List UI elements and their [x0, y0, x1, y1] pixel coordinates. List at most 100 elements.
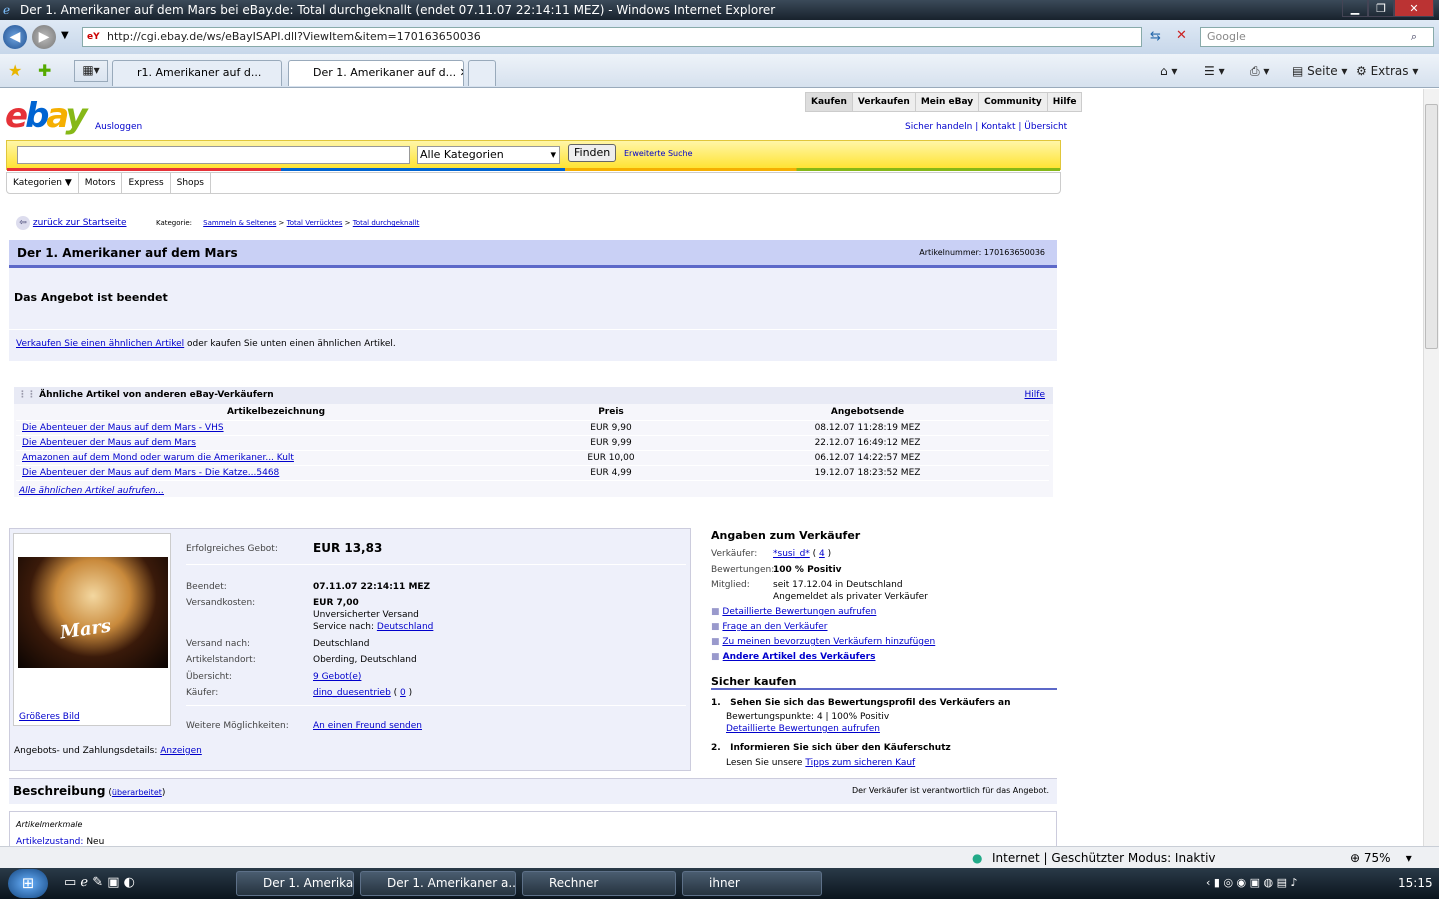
nav-verkaufen[interactable]: Verkaufen	[853, 93, 916, 111]
top-navigation: Kaufen Verkaufen Mein eBay Community Hilfe	[805, 92, 1083, 112]
similar-item-link[interactable]: Die Abenteuer der Maus auf dem Mars	[22, 438, 196, 448]
feeds-icon[interactable]: ☰ ▾	[1204, 62, 1225, 80]
edited-link[interactable]: überarbeitet	[112, 788, 162, 797]
sell-similar-rest: oder kaufen Sie unten einen ähnlichen Ar…	[184, 339, 396, 349]
taskbar-item-2[interactable]: Der 1. Amerikaner a...	[360, 871, 516, 896]
item-image[interactable]: Mars	[18, 557, 168, 668]
favorites-star-icon[interactable]: ★	[8, 62, 22, 80]
member-label: Mitglied:	[711, 580, 750, 590]
home-icon[interactable]: ⌂ ▾	[1160, 62, 1177, 80]
clock[interactable]: 15:15	[1398, 876, 1433, 890]
buyer-link[interactable]: dino_duesentrieb	[313, 688, 391, 698]
taskbar-item-1[interactable]: Der 1. Amerika	[236, 871, 354, 896]
details-link[interactable]: Anzeigen	[160, 746, 202, 756]
address-input[interactable]: eY http://cgi.ebay.de/ws/eBayISAPI.dll?V…	[82, 27, 1142, 47]
refresh-icon[interactable]: ⇆	[1150, 29, 1161, 44]
tab-1[interactable]: r1. Amerikaner auf d...	[112, 60, 282, 86]
safe-feedback-link[interactable]: Detaillierte Bewertungen aufrufen	[726, 724, 880, 734]
logout-link[interactable]: Ausloggen	[95, 122, 142, 132]
item-image-frame: Mars Größeres Bild	[13, 533, 171, 726]
all-similar-link[interactable]: Alle ähnlichen Artikel aufrufen...	[19, 486, 164, 496]
nav-express[interactable]: Express	[122, 173, 171, 193]
stop-icon[interactable]: ✕	[1176, 28, 1187, 43]
similar-help-link[interactable]: Hilfe	[1025, 387, 1045, 404]
service-link[interactable]: Deutschland	[377, 622, 433, 632]
print-icon[interactable]: ⎙ ▾	[1250, 62, 1269, 80]
similar-item-link[interactable]: Amazonen auf dem Mond oder warum die Ame…	[22, 453, 294, 463]
window-title: Der 1. Amerikaner auf dem Mars bei eBay.…	[20, 3, 776, 17]
send-friend-link[interactable]: An einen Freund senden	[313, 721, 422, 731]
nav-categories[interactable]: Kategorien ▼	[7, 173, 79, 193]
vertical-scrollbar[interactable]	[1423, 89, 1439, 846]
tab-2-active[interactable]: Der 1. Amerikaner auf d... ✕	[288, 60, 464, 86]
start-button-icon[interactable]: ⊞	[8, 869, 48, 898]
breadcrumb-durchgeknallt[interactable]: Total durchgeknallt	[353, 219, 420, 227]
table-row: Die Abenteuer der Maus auf dem Mars - Di…	[16, 465, 1049, 481]
taskbar-item-4[interactable]: ihner	[682, 871, 822, 896]
back-icon[interactable]: ◀	[3, 25, 27, 49]
zoom-control[interactable]: ⊕ 75% ▾	[1350, 847, 1412, 869]
back-arrow-icon[interactable]: ⇦	[16, 216, 30, 230]
service-label: Service nach:	[313, 622, 377, 632]
sell-similar-link[interactable]: Verkaufen Sie einen ähnlichen Artikel	[16, 339, 184, 349]
top-links[interactable]: Sicher handeln | Kontakt | Übersicht	[905, 122, 1067, 132]
ended-label: Beendet:	[186, 582, 227, 592]
col-title: Artikelbezeichnung	[16, 405, 536, 421]
quick-tabs-icon[interactable]: ▦▾	[74, 60, 108, 82]
category-select[interactable]: Alle Kategorien ▾	[417, 146, 560, 164]
shipping-note: Unversicherter Versand	[313, 610, 419, 620]
quicklaunch-icons[interactable]: ▭ ℯ ✎ ▣ ◐	[64, 875, 135, 890]
seller-feedback-link[interactable]: Detaillierte Bewertungen aufrufen	[722, 607, 876, 617]
bids-link[interactable]: 9 Gebot(e)	[313, 672, 361, 682]
security-zone[interactable]: Internet | Geschützter Modus: Inaktiv	[992, 847, 1216, 869]
similar-item-link[interactable]: Die Abenteuer der Maus auf dem Mars - VH…	[22, 423, 224, 433]
close-button[interactable]: ✕	[1394, 0, 1434, 17]
scrollbar-thumb[interactable]	[1425, 104, 1438, 349]
tab-close-icon[interactable]: ✕	[460, 66, 463, 79]
nav-motors[interactable]: Motors	[79, 173, 123, 193]
tab-2-label: Der 1. Amerikaner auf d...	[313, 66, 457, 79]
taskbar-item-3[interactable]: Rechner	[522, 871, 676, 896]
location-label: Artikelstandort:	[186, 655, 256, 665]
add-favorite-icon[interactable]: ✚	[38, 62, 51, 80]
page-menu[interactable]: ▤ Seite ▾	[1292, 62, 1347, 80]
other-items-link[interactable]: Andere Artikel des Verkäufers	[723, 652, 876, 662]
advanced-search-link[interactable]: Erweiterte Suche	[624, 149, 693, 158]
buyer-score-link[interactable]: 0	[400, 688, 406, 698]
seller-link[interactable]: *susi_d*	[773, 549, 810, 559]
seller-score-link[interactable]: 4	[819, 549, 825, 559]
back-home-link[interactable]: zurück zur Startseite	[33, 218, 127, 228]
ebay-search-input[interactable]	[17, 146, 410, 164]
similar-item-price: EUR 4,99	[536, 465, 686, 481]
maximize-button[interactable]: ❐	[1368, 0, 1394, 17]
nav-shops[interactable]: Shops	[171, 173, 211, 193]
table-row: Die Abenteuer der Maus auf dem Mars EUR 9…	[16, 435, 1049, 451]
find-button[interactable]: Finden	[568, 144, 617, 162]
bigger-image-link[interactable]: Größeres Bild	[19, 712, 80, 722]
search-input[interactable]: Google ⌕	[1200, 27, 1434, 47]
table-row: Amazonen auf dem Mond oder warum die Ame…	[16, 450, 1049, 466]
breadcrumb-sammeln[interactable]: Sammeln & Seltenes	[203, 219, 276, 227]
category-label: Kategorie:	[156, 219, 193, 227]
extras-menu[interactable]: ⚙ Extras ▾	[1356, 62, 1418, 80]
history-dropdown-icon[interactable]: ▼	[61, 30, 69, 41]
winning-bid: EUR 13,83	[313, 541, 383, 555]
ask-seller-link[interactable]: Frage an den Verkäufer	[722, 622, 827, 632]
nav-hilfe[interactable]: Hilfe	[1048, 93, 1082, 111]
nav-kaufen[interactable]: Kaufen	[806, 93, 853, 111]
col-price: Preis	[536, 405, 686, 421]
forward-icon[interactable]: ▶	[32, 25, 56, 49]
similar-item-link[interactable]: Die Abenteuer der Maus auf dem Mars - Di…	[22, 468, 279, 478]
ebay-logo[interactable]: ebay	[5, 96, 88, 136]
breadcrumb-verruecktes[interactable]: Total Verrücktes	[287, 219, 343, 227]
taskbar-item-1-label: Der 1. Amerika	[263, 876, 354, 890]
description-box: Artikelmerkmale Artikelzustand: Neu	[9, 811, 1057, 846]
nav-community[interactable]: Community	[979, 93, 1048, 111]
favorite-seller-link[interactable]: Zu meinen bevorzugten Verkäufern hinzufü…	[722, 637, 935, 647]
tray-icons[interactable]: ‹ ▮ ◎ ◉ ▣ ◍ ▤ ♪	[1206, 876, 1298, 889]
search-icon[interactable]: ⌕	[1411, 28, 1417, 46]
safe-tips-link[interactable]: Tipps zum sicheren Kauf	[805, 758, 915, 768]
new-tab-button[interactable]	[468, 60, 496, 86]
nav-mein-ebay[interactable]: Mein eBay	[916, 93, 980, 111]
minimize-button[interactable]: ▁	[1342, 0, 1368, 17]
